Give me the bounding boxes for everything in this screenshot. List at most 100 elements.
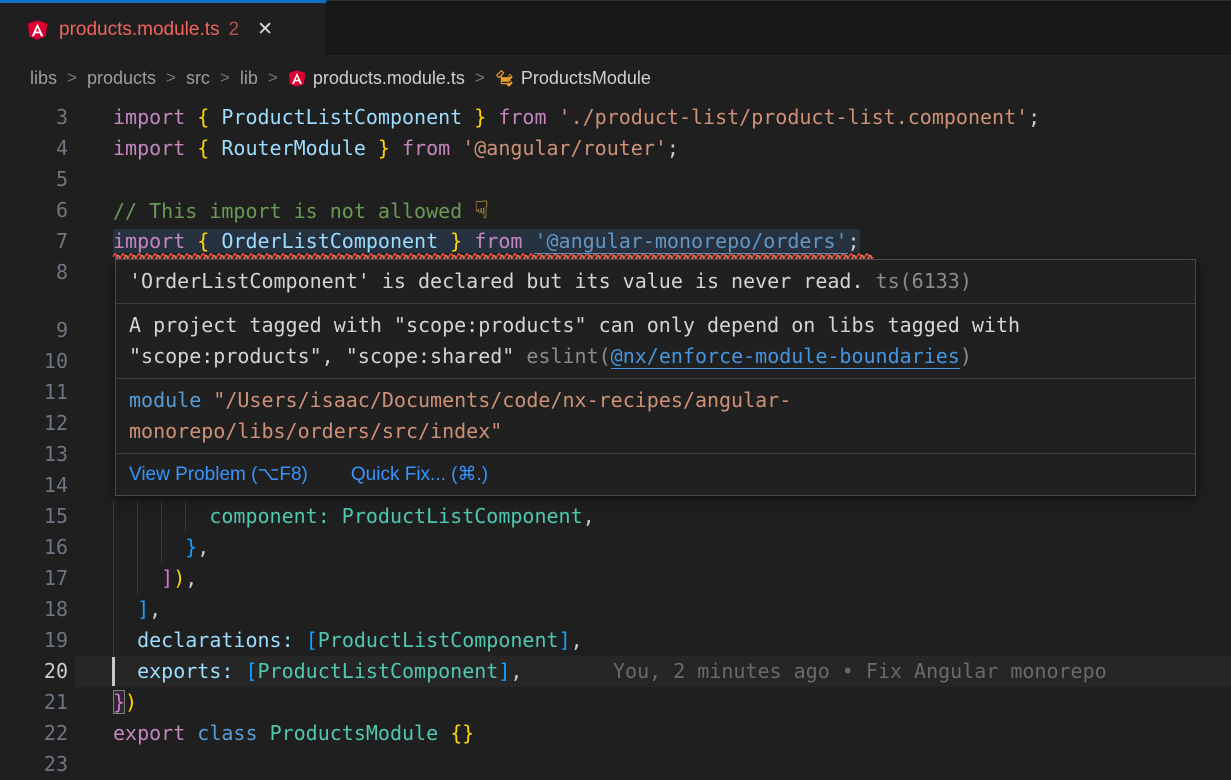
breadcrumb: libs>products>src>lib>products.module.ts… [0, 56, 1231, 100]
close-icon[interactable]: ✕ [257, 20, 273, 39]
code-token: import [113, 105, 185, 129]
tab-products-module[interactable]: products.module.ts 2 ✕ [0, 0, 327, 56]
code-token: ProductListComponent [318, 628, 559, 652]
line-number[interactable]: 4 [0, 133, 68, 164]
code-token [113, 504, 209, 528]
line-number[interactable]: 16 [0, 532, 68, 563]
code-token [113, 535, 185, 559]
line-number[interactable]: 3 [0, 102, 68, 133]
line-number[interactable]: 17 [0, 563, 68, 594]
code-token: , [571, 628, 583, 652]
line-content: import { RouterModule } from '@angular/r… [113, 136, 679, 160]
code-token: ] [161, 566, 173, 590]
code-editor[interactable]: You, 2 minutes ago • Fix Angular monorep… [0, 100, 1231, 780]
code-token: export [113, 721, 185, 745]
code-token [113, 659, 137, 683]
line-content: }) [113, 690, 137, 714]
line-number[interactable]: 21 [0, 687, 68, 718]
editor-line-18[interactable]: ], [113, 594, 161, 625]
code-token: ; [1028, 105, 1040, 129]
line-number[interactable]: 8 [0, 257, 68, 288]
line-content: component: ProductListComponent, [113, 504, 595, 528]
code-token: class [197, 721, 257, 745]
line-number[interactable]: 6 [0, 195, 68, 226]
breadcrumb-item-products[interactable]: products [87, 68, 156, 89]
hover-text: module [129, 388, 213, 412]
code-token: ; [667, 136, 679, 160]
code-token [547, 105, 559, 129]
hover-message: 'OrderListComponent' is declared but its… [116, 260, 1195, 303]
code-token: } [113, 690, 125, 714]
pointing-down-icon: ☟ [474, 196, 488, 224]
quick-fix-action[interactable]: Quick Fix... (⌘.) [351, 463, 488, 486]
line-number[interactable]: 10 [0, 346, 68, 377]
hover-text: ts(6133) [864, 269, 972, 293]
line-content: import { ProductListComponent } from './… [113, 105, 1040, 129]
hover-text: ) [960, 344, 972, 368]
editor-line-17[interactable]: ]), [113, 563, 197, 594]
line-number[interactable]: 9 [0, 315, 68, 346]
line-number[interactable]: 20 [0, 656, 68, 687]
chevron-right-icon: > [220, 68, 230, 88]
editor-line-21[interactable]: }) [113, 687, 137, 718]
code-token [113, 628, 137, 652]
code-token: '@angular/router' [462, 136, 667, 160]
line-number[interactable]: 15 [0, 501, 68, 532]
line-number[interactable]: 11 [0, 377, 68, 408]
line-content: declarations: [ProductListComponent], [113, 628, 583, 652]
view-problem-action[interactable]: View Problem (⌥F8) [129, 463, 308, 486]
line-number[interactable]: 13 [0, 439, 68, 470]
code-token: '@angular-monorepo/orders' [534, 229, 847, 254]
line-number[interactable]: 5 [0, 164, 68, 195]
editor-line-4[interactable]: import { RouterModule } from '@angular/r… [113, 133, 679, 164]
breadcrumb-item-libs[interactable]: libs [30, 68, 57, 89]
line-content: // This import is not allowed ☟ [113, 199, 489, 223]
breadcrumb-label: products.module.ts [313, 68, 465, 89]
code-token: {} [450, 721, 474, 745]
angular-icon [288, 69, 306, 88]
editor-line-22[interactable]: export class ProductsModule {} [113, 718, 474, 749]
code-token: OrderListComponent [221, 229, 438, 253]
code-token: ] [559, 628, 571, 652]
editor-line-16[interactable]: }, [113, 532, 209, 563]
hover-text: 'OrderListComponent' is declared but its… [129, 269, 864, 293]
breadcrumb-item-lib[interactable]: lib [240, 68, 258, 89]
chevron-right-icon: > [475, 68, 485, 88]
angular-icon [27, 19, 48, 41]
code-token: , [197, 535, 209, 559]
line-content: import { OrderListComponent } from '@ang… [113, 229, 860, 253]
chevron-right-icon: > [67, 68, 77, 88]
editor-line-7[interactable]: import { OrderListComponent } from '@ang… [113, 226, 860, 257]
eslint-rule-link[interactable]: @nx/enforce-module-boundaries [611, 344, 960, 369]
line-number[interactable]: 7 [0, 226, 68, 257]
line-number[interactable]: 12 [0, 408, 68, 439]
breadcrumb-item-productsmodule[interactable]: ProductsModule [495, 68, 651, 89]
vscode-window: products.module.ts 2 ✕ libs > products > src… [0, 0, 1231, 780]
line-number[interactable]: 14 [0, 470, 68, 501]
hover-message: module "/Users/isaac/Documents/code/nx-r… [116, 378, 1195, 453]
editor-line-19[interactable]: declarations: [ProductListComponent], [113, 625, 583, 656]
editor-line-20[interactable]: exports: [ProductListComponent], [113, 656, 522, 687]
code-token: , [510, 659, 522, 683]
code-token: } [366, 136, 402, 160]
line-content: export class ProductsModule {} [113, 721, 474, 745]
editor-line-3[interactable]: import { ProductListComponent } from './… [113, 102, 1040, 133]
code-token: [ [245, 659, 257, 683]
code-token: from [498, 105, 546, 129]
breadcrumb-item-products-module-ts[interactable]: products.module.ts [288, 68, 465, 89]
breadcrumb-item-src[interactable]: src [186, 68, 210, 89]
code-token: component: [209, 504, 329, 528]
editor-line-15[interactable]: component: ProductListComponent, [113, 501, 595, 532]
code-token: exports: [137, 659, 233, 683]
line-number[interactable]: 23 [0, 749, 68, 780]
line-number[interactable]: 22 [0, 718, 68, 749]
editor-line-6[interactable]: // This import is not allowed ☟ [113, 195, 489, 226]
code-token: import [113, 229, 185, 253]
code-token: { [185, 229, 221, 253]
line-number[interactable]: 18 [0, 594, 68, 625]
code-token [330, 504, 342, 528]
code-token: } [462, 105, 498, 129]
line-number[interactable]: 19 [0, 625, 68, 656]
code-token: , [149, 597, 161, 621]
code-token: ProductListComponent [221, 105, 462, 129]
